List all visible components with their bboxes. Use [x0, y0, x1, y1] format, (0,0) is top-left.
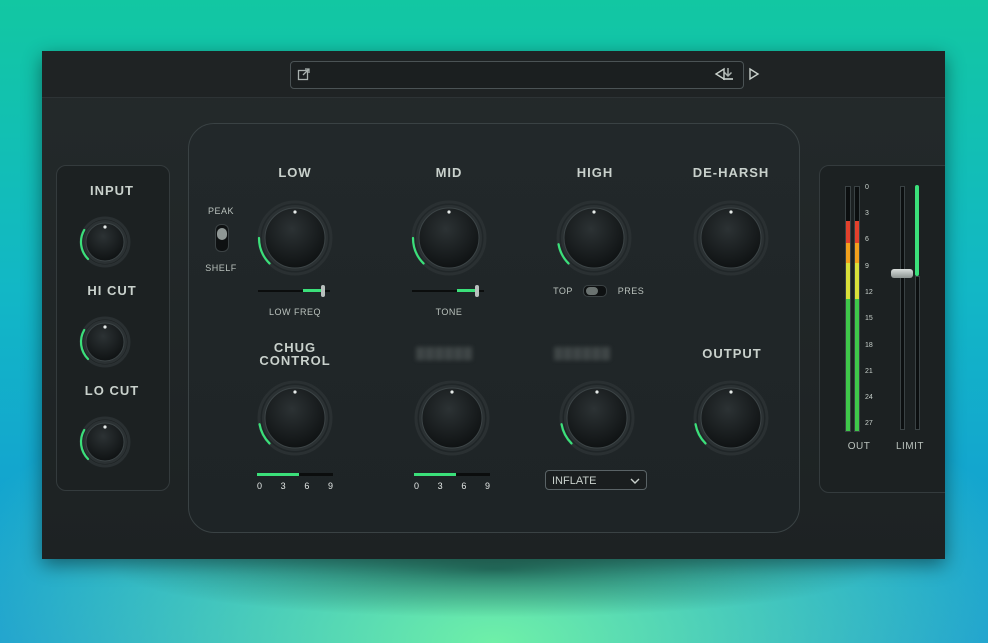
meter-segment — [855, 263, 859, 299]
meter-tick: 9 — [865, 263, 869, 270]
high-knob[interactable] — [555, 199, 633, 277]
preset-selector[interactable] — [290, 61, 744, 89]
out-meter-left — [845, 186, 851, 432]
meter-scale: 0 3 6 9 12 15 18 21 24 27 — [865, 184, 879, 432]
high-label: HIGH — [576, 165, 614, 180]
meter-tick: 6 — [865, 236, 869, 243]
external-link-icon[interactable] — [297, 67, 311, 81]
output-knob[interactable] — [692, 379, 770, 457]
meter-segment — [855, 221, 859, 243]
top-bar — [42, 51, 945, 98]
scale-tick: 3 — [280, 481, 286, 491]
scale-tick: 9 — [327, 481, 333, 491]
limit-label: LIMIT — [895, 441, 925, 452]
low-label: LOW — [278, 165, 312, 180]
obscured-knob-1[interactable] — [413, 379, 491, 457]
low-freq-slider[interactable] — [258, 285, 330, 297]
scale-tick: 9 — [484, 481, 490, 491]
meter-tick: 21 — [865, 368, 873, 375]
obscured-label-2: ▒▒▒▒▒▒ — [554, 346, 612, 360]
locut-label: LO CUT — [84, 383, 140, 398]
peak-shelf-toggle[interactable] — [215, 224, 229, 252]
chug-label-line2: CONTROL — [259, 353, 331, 368]
scale-tick: 6 — [461, 481, 467, 491]
scale-tick: 0 — [257, 481, 263, 491]
meter-segment — [846, 243, 850, 263]
scale-tick: 6 — [304, 481, 310, 491]
meter-segment — [855, 299, 859, 431]
plugin-window: INPUT HI CUT LO CUT LOW MID HIGH DE-HARS… — [42, 51, 945, 559]
meter-segment — [846, 263, 850, 299]
limit-track-2 — [915, 276, 920, 430]
scale-tick: 0 — [414, 481, 420, 491]
chevron-down-icon — [630, 478, 640, 484]
chug-control-label: CHUG CONTROL — [255, 341, 335, 367]
out-label: OUT — [847, 441, 871, 452]
tone-label: TONE — [435, 307, 463, 317]
pres-label: PRES — [617, 286, 645, 296]
out-meter-right — [854, 186, 860, 432]
deharsh-label: DE-HARSH — [692, 165, 770, 180]
input-label: INPUT — [90, 183, 134, 198]
peak-label: PEAK — [207, 206, 234, 216]
output-label: OUTPUT — [702, 346, 762, 361]
meter-tick: 27 — [865, 420, 873, 427]
meter-tick: 15 — [865, 315, 873, 322]
triangle-right-icon[interactable] — [748, 67, 760, 81]
top-pres-toggle[interactable] — [583, 285, 607, 297]
meter-tick: 0 — [865, 184, 869, 191]
limit-gain-reduction — [915, 185, 919, 276]
meter-tick: 24 — [865, 394, 873, 401]
triangle-left-icon[interactable] — [714, 67, 726, 81]
tone-slider[interactable] — [412, 285, 484, 297]
hicut-label: HI CUT — [87, 283, 137, 298]
meter-tick: 3 — [865, 210, 869, 217]
meter-tick: 18 — [865, 342, 873, 349]
main-panel — [188, 123, 800, 533]
chug-control-knob[interactable] — [256, 379, 334, 457]
limit-track[interactable] — [900, 186, 905, 430]
shelf-label: SHELF — [205, 263, 237, 273]
obscured-knob-2[interactable] — [558, 379, 636, 457]
low-knob[interactable] — [256, 199, 334, 277]
scale-tick: 3 — [437, 481, 443, 491]
top-label: TOP — [553, 286, 573, 296]
meter-tick: 12 — [865, 289, 873, 296]
low-freq-label: LOW FREQ — [268, 307, 321, 317]
mode-dropdown[interactable]: INFLATE — [545, 470, 647, 490]
meter-segment — [846, 299, 850, 431]
dropdown-value: INFLATE — [552, 475, 597, 487]
limit-slider-thumb[interactable] — [891, 269, 913, 278]
hicut-knob[interactable] — [78, 315, 132, 369]
deharsh-knob[interactable] — [692, 199, 770, 277]
input-knob[interactable] — [78, 215, 132, 269]
mid-knob[interactable] — [410, 199, 488, 277]
meter-segment — [846, 221, 850, 243]
meter-segment — [855, 243, 859, 263]
mid-label: MID — [435, 165, 463, 180]
locut-knob[interactable] — [78, 415, 132, 469]
obscured-label-1: ▒▒▒▒▒▒ — [416, 346, 474, 360]
